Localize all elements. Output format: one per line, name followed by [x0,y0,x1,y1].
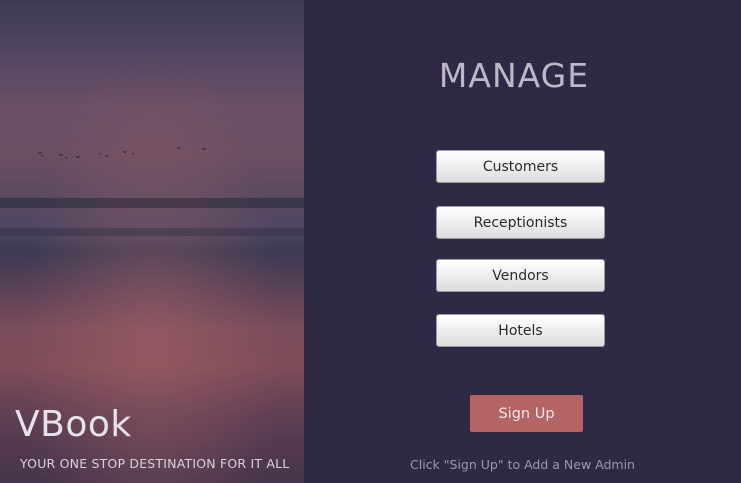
bird-icon: ⌄ [200,143,208,153]
customers-button[interactable]: Customers [436,150,605,183]
bird-icon: ˇ [131,153,136,163]
bird-icon: ⌄ [175,142,183,152]
bird-icon: ˇ [40,155,45,165]
bird-icon: ⌄ [103,150,111,160]
bird-icon: ˇ [64,157,69,167]
brand-title: VBook [15,404,132,445]
sunset-beach-image: ⌄ ˇ ⌄ ˇ ⌄ ˇ ⌄ ⌄ ˇ ⌄ ⌄ VBook YOUR ONE STO… [0,0,304,483]
bird-icon: ⌄ [121,146,129,156]
horizon-line [0,198,304,208]
brand-tagline: YOUR ONE STOP DESTINATION FOR IT ALL [20,456,290,471]
bird-icon: ⌄ [74,151,82,161]
sign-up-button[interactable]: Sign Up [470,395,583,432]
signup-hint: Click "Sign Up" to Add a New Admin [410,457,635,472]
hotels-button[interactable]: Hotels [436,314,605,347]
vendors-button[interactable]: Vendors [436,259,605,292]
bird-icon: ˇ [98,153,103,163]
page-title: MANAGE [438,56,590,95]
wave-line [0,228,304,236]
receptionists-button[interactable]: Receptionists [436,206,605,239]
